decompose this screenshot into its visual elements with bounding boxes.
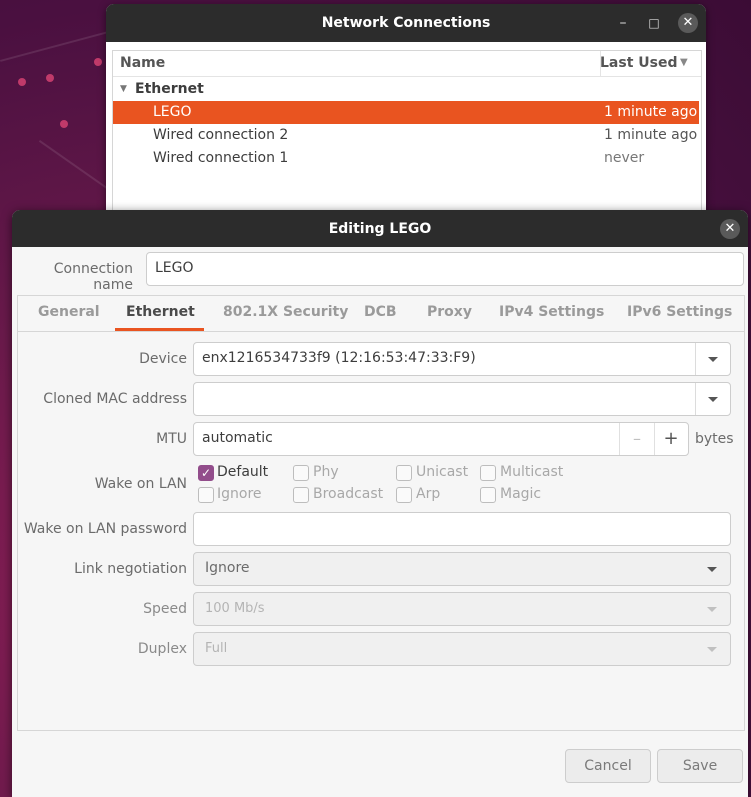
wol-default-label: Default bbox=[217, 464, 269, 480]
device-combo[interactable]: enx1216534733f9 (12:16:53:47:33:F9) bbox=[193, 342, 731, 376]
speed-label: Speed bbox=[143, 601, 187, 617]
duplex-select[interactable]: Full bbox=[193, 632, 731, 666]
wol-broadcast-checkbox[interactable] bbox=[293, 487, 309, 503]
wol-magic-checkbox[interactable] bbox=[480, 487, 496, 503]
tab-dcb[interactable]: DCB bbox=[364, 304, 397, 320]
connection-name-field[interactable]: LEGO bbox=[146, 252, 744, 286]
wol-unicast-checkbox[interactable] bbox=[396, 465, 412, 481]
connection-last-used: never bbox=[604, 150, 645, 166]
connection-name-value: LEGO bbox=[155, 260, 194, 276]
wol-multicast-checkbox[interactable] bbox=[480, 465, 496, 481]
tab-ipv6-settings[interactable]: IPv6 Settings bbox=[627, 304, 732, 320]
tab-proxy[interactable]: Proxy bbox=[427, 304, 472, 320]
tab-8021x-security[interactable]: 802.1X Security bbox=[223, 304, 348, 320]
wol-password-label: Wake on LAN password bbox=[23, 521, 187, 537]
close-icon[interactable]: ✕ bbox=[678, 13, 698, 33]
editing-dialog: Editing LEGO ✕ Connection name LEGO Gene… bbox=[12, 210, 748, 797]
mtu-label: MTU bbox=[156, 431, 187, 447]
tab-general[interactable]: General bbox=[38, 304, 100, 320]
connection-name-label: Connection name bbox=[53, 261, 133, 293]
connection-row-wired-2[interactable]: Wired connection 2 1 minute ago bbox=[113, 124, 699, 147]
cancel-button[interactable]: Cancel bbox=[565, 749, 651, 783]
group-row-ethernet[interactable]: ▼ Ethernet bbox=[113, 78, 699, 101]
wol-arp-label: Arp bbox=[416, 486, 441, 502]
wol-default-checkbox[interactable]: ✓ bbox=[198, 465, 214, 481]
link-negotiation-select[interactable]: Ignore bbox=[193, 552, 731, 586]
wol-label: Wake on LAN bbox=[94, 476, 187, 492]
editor-title: Editing LEGO bbox=[328, 221, 432, 237]
column-last-used-header[interactable]: Last Used bbox=[600, 55, 678, 71]
wol-multicast-label: Multicast bbox=[500, 464, 564, 480]
plus-icon[interactable]: + bbox=[655, 423, 687, 455]
wol-broadcast-label: Broadcast bbox=[313, 486, 384, 502]
duplex-value: Full bbox=[205, 641, 228, 656]
network-connections-window: Network Connections – □ ✕ Name Last Used… bbox=[106, 4, 706, 218]
connections-list: Name Last Used ▼ ▼ Ethernet LEGO 1 minut… bbox=[112, 50, 702, 218]
list-header: Name Last Used ▼ bbox=[113, 51, 701, 77]
group-label: Ethernet bbox=[135, 81, 204, 97]
minus-icon[interactable]: – bbox=[620, 423, 654, 455]
column-name-header[interactable]: Name bbox=[120, 55, 165, 71]
editor-titlebar: Editing LEGO ✕ bbox=[12, 210, 748, 247]
connection-name: Wired connection 1 bbox=[153, 150, 289, 166]
connection-last-used: 1 minute ago bbox=[604, 127, 698, 143]
chevron-down-icon[interactable] bbox=[708, 357, 718, 362]
tab-ethernet[interactable]: Ethernet bbox=[126, 304, 195, 320]
close-icon[interactable]: ✕ bbox=[720, 219, 740, 239]
wol-ignore-label: Ignore bbox=[217, 486, 262, 502]
speed-value: 100 Mb/s bbox=[205, 601, 265, 616]
wol-magic-label: Magic bbox=[500, 486, 542, 502]
minimize-icon[interactable]: – bbox=[614, 14, 632, 32]
device-label: Device bbox=[139, 351, 187, 367]
nc-titlebar: Network Connections – □ ✕ bbox=[106, 4, 706, 42]
wol-password-field[interactable] bbox=[193, 512, 731, 546]
chevron-down-icon[interactable] bbox=[707, 647, 717, 652]
combo-separator bbox=[695, 383, 696, 415]
save-button[interactable]: Save bbox=[657, 749, 743, 783]
connection-row-wired-1[interactable]: Wired connection 1 never bbox=[113, 147, 699, 170]
connection-row-lego[interactable]: LEGO 1 minute ago bbox=[113, 101, 699, 124]
link-negotiation-value: Ignore bbox=[205, 560, 250, 576]
connection-last-used: 1 minute ago bbox=[604, 104, 698, 120]
wol-ignore-checkbox[interactable] bbox=[198, 487, 214, 503]
link-negotiation-label: Link negotiation bbox=[74, 561, 187, 577]
maximize-icon[interactable]: □ bbox=[645, 14, 663, 32]
connection-name: Wired connection 2 bbox=[153, 127, 289, 143]
connection-name: LEGO bbox=[153, 104, 192, 120]
wol-unicast-label: Unicast bbox=[416, 464, 469, 480]
chevron-down-icon[interactable] bbox=[707, 607, 717, 612]
device-value: enx1216534733f9 (12:16:53:47:33:F9) bbox=[202, 350, 476, 366]
duplex-label: Duplex bbox=[137, 641, 187, 657]
chevron-down-icon[interactable] bbox=[707, 567, 717, 572]
tab-bar: General Ethernet 802.1X Security DCB Pro… bbox=[17, 295, 745, 332]
combo-separator bbox=[695, 343, 696, 375]
cloned-mac-combo[interactable] bbox=[193, 382, 731, 416]
chevron-down-icon[interactable] bbox=[708, 397, 718, 402]
tab-ipv4-settings[interactable]: IPv4 Settings bbox=[499, 304, 604, 320]
mtu-spinner[interactable]: automatic – + bbox=[193, 422, 689, 456]
expander-down-icon[interactable]: ▼ bbox=[120, 78, 127, 101]
cloned-mac-label: Cloned MAC address bbox=[43, 391, 187, 407]
wol-phy-checkbox[interactable] bbox=[293, 465, 309, 481]
mtu-unit: bytes bbox=[695, 431, 734, 447]
wol-arp-checkbox[interactable] bbox=[396, 487, 412, 503]
speed-select[interactable]: 100 Mb/s bbox=[193, 592, 731, 626]
wol-phy-label: Phy bbox=[313, 464, 339, 480]
mtu-value: automatic bbox=[202, 430, 273, 446]
sort-arrow-icon: ▼ bbox=[680, 57, 688, 68]
